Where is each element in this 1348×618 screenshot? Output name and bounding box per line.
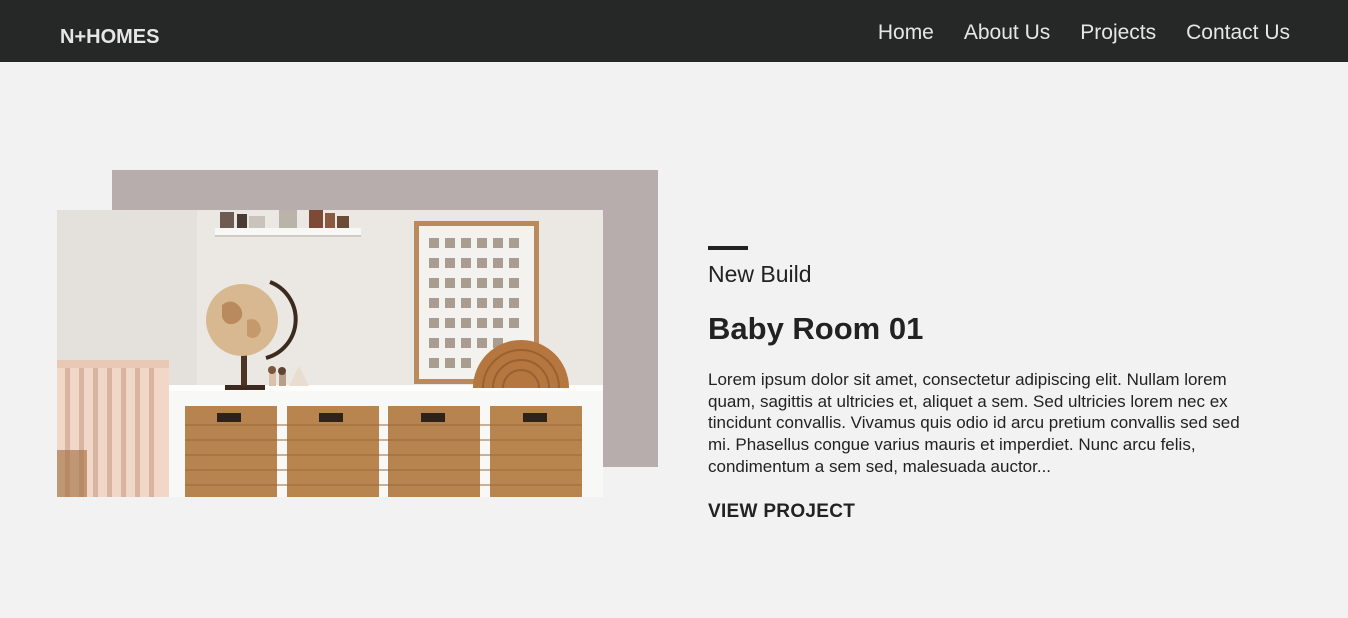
project-description: Lorem ipsum dolor sit amet, consectetur … [708, 370, 1240, 476]
nav-link-contact-us[interactable]: Contact Us [1186, 21, 1290, 45]
view-project-link[interactable]: VIEW PROJECT [708, 501, 855, 523]
nav-link-home[interactable]: Home [878, 21, 934, 45]
project-title: Baby Room 01 [708, 311, 924, 346]
accent-line [708, 246, 748, 250]
site-logo[interactable]: N+HOMES [60, 26, 159, 49]
navbar: N+HOMES Home About Us Projects Contact U… [0, 0, 1348, 62]
nav-link-projects[interactable]: Projects [1080, 21, 1156, 45]
nav-link-about-us[interactable]: About Us [964, 21, 1050, 45]
main-nav: Home About Us Projects Contact Us [878, 21, 1290, 45]
project-photo [57, 210, 603, 497]
project-category: New Build [708, 261, 812, 287]
